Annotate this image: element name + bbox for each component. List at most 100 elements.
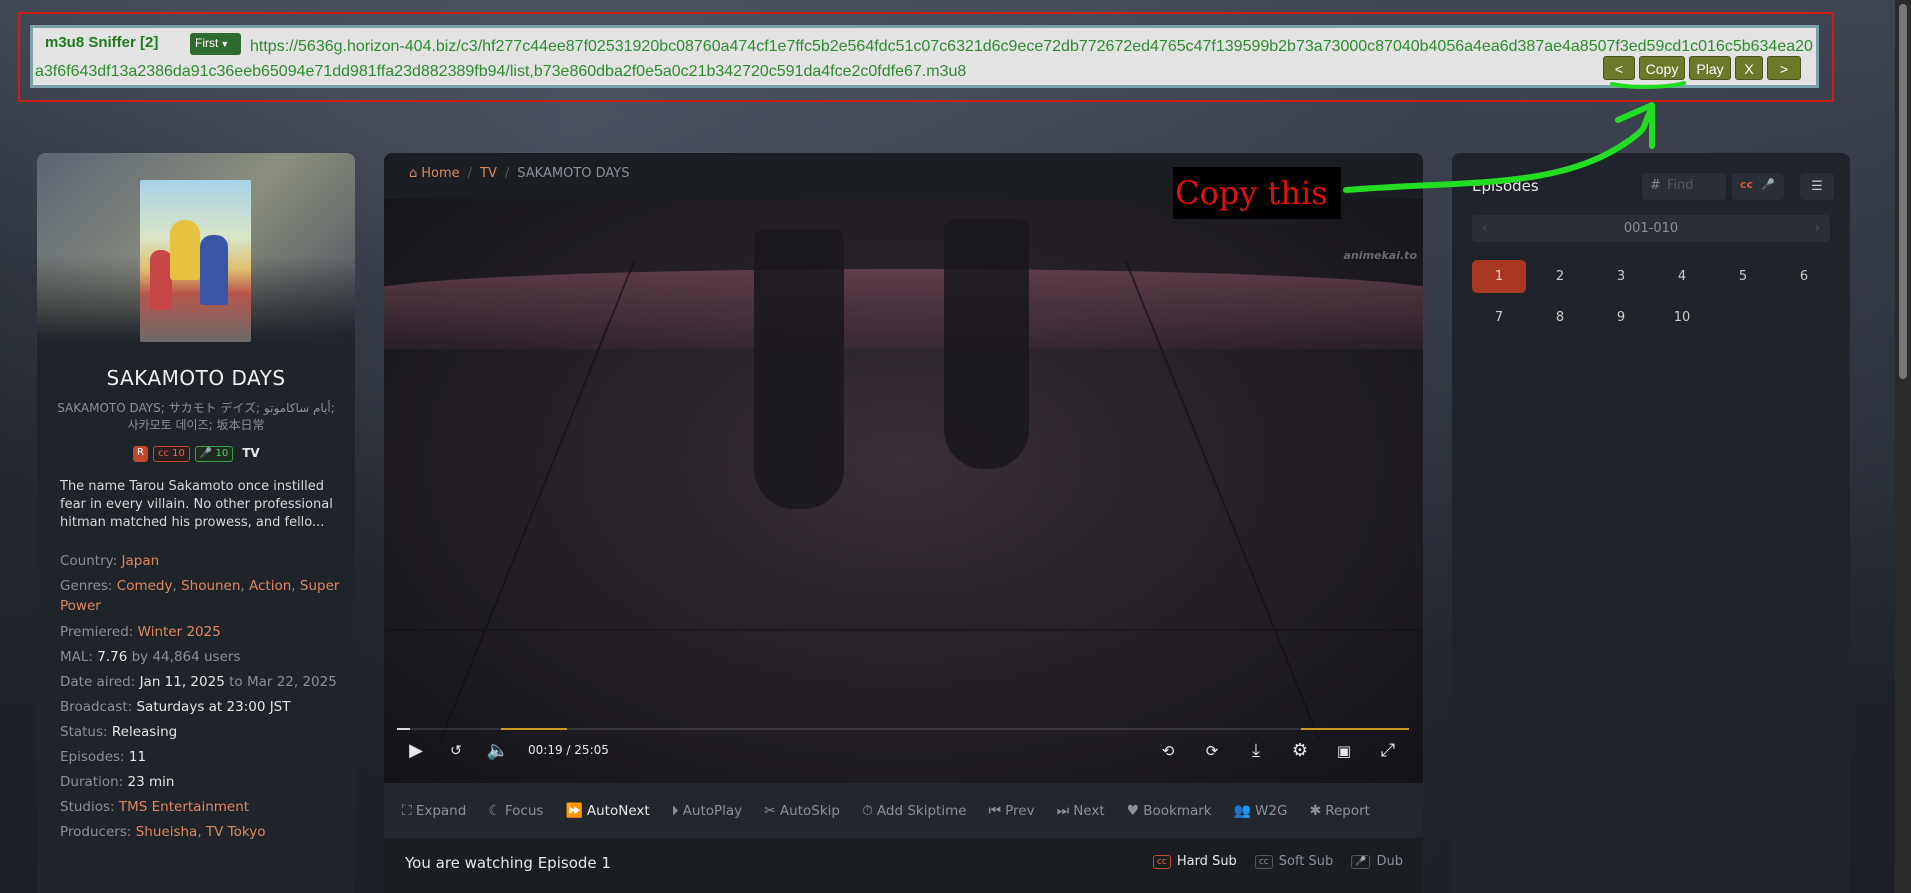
episode-button-1[interactable]: 1: [1472, 260, 1526, 293]
episode-find-input[interactable]: # Find: [1642, 173, 1726, 200]
chevron-left-icon[interactable]: ‹: [1482, 215, 1487, 242]
toolbar-autonext[interactable]: ⏩ AutoNext: [565, 803, 649, 819]
hard-sub-option[interactable]: cc Hard Sub: [1152, 854, 1237, 869]
episode-button-9[interactable]: 9: [1594, 301, 1648, 334]
toolbar-next[interactable]: ⏭ Next: [1057, 803, 1105, 819]
soft-sub-option[interactable]: cc Soft Sub: [1254, 854, 1334, 869]
episodes-panel: Episodes # Find cc 🎤 ☰ ‹ 001-010 › 1 2 3 4…: [1452, 153, 1850, 893]
anime-title: SAKAMOTO DAYS: [106, 366, 286, 390]
video-frame[interactable]: animekai.to: [384, 199, 1423, 783]
sniffer-play-button[interactable]: Play: [1689, 56, 1731, 80]
toolbar-add-skiptime[interactable]: ⏱ Add Skiptime: [862, 803, 967, 819]
status-value: Releasing: [111, 724, 178, 740]
total-duration: 25:05: [574, 743, 609, 757]
sniffer-prev-button[interactable]: <: [1603, 56, 1635, 80]
toolbar-autoskip[interactable]: ✂ AutoSkip: [764, 803, 840, 819]
anime-poster[interactable]: [140, 180, 251, 342]
scrollbar-thumb[interactable]: [1899, 4, 1907, 379]
video-scene: [754, 229, 844, 509]
date-to: to: [229, 674, 243, 690]
episode-button-4[interactable]: 4: [1655, 260, 1709, 293]
list-view-icon[interactable]: ☰: [1800, 173, 1834, 200]
episode-button-10[interactable]: 10: [1655, 301, 1709, 334]
rewind-10-icon[interactable]: ↺: [444, 739, 468, 763]
toolbar-autoplay[interactable]: ⏵ AutoPlay: [672, 803, 743, 819]
sniffer-select[interactable]: First ▼: [190, 33, 241, 55]
broadcast-value: Saturdays at 23:00 JST: [136, 699, 291, 715]
episode-range-selector[interactable]: ‹ 001-010 ›: [1472, 215, 1830, 242]
player-toolbar: ⛶ Expand ☾ Focus ⏩ AutoNext ⏵ AutoPlay ✂ Auto…: [384, 783, 1423, 838]
seek-back-10-icon[interactable]: ⟲: [1156, 739, 1180, 763]
mic-icon: 🎤: [1761, 178, 1775, 191]
toolbar-bookmark[interactable]: ♥ Bookmark: [1127, 803, 1212, 819]
dub-label: Dub: [1376, 854, 1403, 869]
sniffer-url[interactable]: https://5636g.horizon-404.biz/c3/hf277c4…: [35, 34, 1815, 84]
toolbar-expand[interactable]: ⛶ Expand: [402, 803, 466, 819]
sniffer-close-button[interactable]: X: [1735, 56, 1763, 80]
breadcrumb-home[interactable]: ⌂ Home: [409, 166, 460, 181]
episode-button-6[interactable]: 6: [1777, 260, 1831, 293]
toolbar-focus[interactable]: ☾ Focus: [488, 803, 543, 819]
download-icon[interactable]: ⤓: [1244, 739, 1268, 763]
dub-option[interactable]: 🎤 Dub: [1351, 854, 1403, 869]
chevron-right-icon[interactable]: ›: [1815, 215, 1820, 242]
meta-key: Broadcast:: [60, 699, 133, 715]
breadcrumb-tv[interactable]: TV: [480, 166, 497, 181]
fullscreen-icon[interactable]: ⤢: [1376, 739, 1400, 763]
expand-icon: ⛶: [402, 802, 412, 819]
episode-button-7[interactable]: 7: [1472, 301, 1526, 334]
date-end: Mar 22, 2025: [246, 674, 337, 690]
producer-link[interactable]: TV Tokyo: [206, 824, 266, 840]
volume-icon[interactable]: 🔈: [486, 739, 510, 763]
episode-button-8[interactable]: 8: [1533, 301, 1587, 334]
producer-link[interactable]: Shueisha: [136, 824, 198, 840]
m3u8-sniffer-bar: https://5636g.horizon-404.biz/c3/hf277c4…: [30, 25, 1819, 88]
anime-description[interactable]: The name Tarou Sakamoto once instilled f…: [60, 478, 340, 532]
heart-icon: ♥: [1126, 802, 1140, 819]
settings-gear-icon[interactable]: ⚙: [1288, 739, 1312, 763]
mal-users: 44,864 users: [152, 649, 241, 665]
toolbar-prev[interactable]: ⏮ Prev: [989, 803, 1035, 819]
genre-link[interactable]: Comedy: [117, 578, 173, 594]
watching-text: You are watching Episode 1: [405, 854, 611, 872]
episode-filter-toggle[interactable]: cc 🎤: [1732, 173, 1784, 200]
country-link[interactable]: Japan: [122, 553, 160, 569]
dub-count: 10: [215, 448, 229, 459]
seek-forward-10-icon[interactable]: ⟳: [1200, 739, 1224, 763]
picture-in-picture-icon[interactable]: ▣: [1332, 739, 1356, 763]
episode-range-label: 001-010: [1623, 221, 1679, 236]
toolbar-label: Bookmark: [1143, 802, 1212, 819]
episode-button-5[interactable]: 5: [1716, 260, 1770, 293]
video-scene: [384, 629, 1423, 631]
play-icon[interactable]: ▶: [404, 739, 428, 763]
sniffer-copy-button[interactable]: Copy: [1639, 56, 1685, 80]
toolbar-label: Focus: [504, 802, 544, 819]
toolbar-w2g[interactable]: 👥 W2G: [1234, 803, 1288, 819]
chevron-down-icon: ▼: [220, 39, 230, 49]
genre-link[interactable]: Shounen: [181, 578, 240, 594]
studio-link[interactable]: TMS Entertainment: [119, 799, 249, 815]
episode-find-placeholder: Find: [1666, 178, 1694, 193]
premiered-link[interactable]: Winter 2025: [138, 624, 221, 640]
player-section: ⌂ Home / TV / SAKAMOTO DAYS animekai.to ▶…: [384, 153, 1423, 893]
watching-bar: You are watching Episode 1 cc Hard Sub cc…: [384, 838, 1423, 893]
skip-forward-icon: ⏭: [1056, 802, 1070, 819]
sniffer-select-value: First: [195, 36, 219, 50]
episodes-title: Episodes: [1472, 177, 1539, 195]
video-scene: [384, 269, 1423, 349]
dub-count-badge: 🎤 10: [194, 446, 234, 462]
page-scrollbar[interactable]: [1895, 0, 1911, 893]
video-scene: [944, 219, 1029, 469]
progress-bar[interactable]: [397, 728, 1409, 730]
sniffer-next-button[interactable]: >: [1767, 56, 1801, 80]
soft-sub-label: Soft Sub: [1278, 854, 1334, 869]
bug-icon: ✱: [1309, 802, 1322, 819]
player-controls: ▶ ↺ 🔈 00:19 / 25:05 ⟲ ⟳ ⤓ ⚙ ▣ ⤢: [384, 739, 1423, 783]
outro-skip-marker: [1301, 728, 1409, 730]
toolbar-report[interactable]: ✱ Report: [1309, 803, 1370, 819]
breadcrumb: ⌂ Home / TV / SAKAMOTO DAYS: [409, 166, 629, 181]
breadcrumb-home-label: Home: [421, 166, 460, 181]
genre-link[interactable]: Action: [249, 578, 291, 594]
episode-button-3[interactable]: 3: [1594, 260, 1648, 293]
episode-button-2[interactable]: 2: [1533, 260, 1587, 293]
